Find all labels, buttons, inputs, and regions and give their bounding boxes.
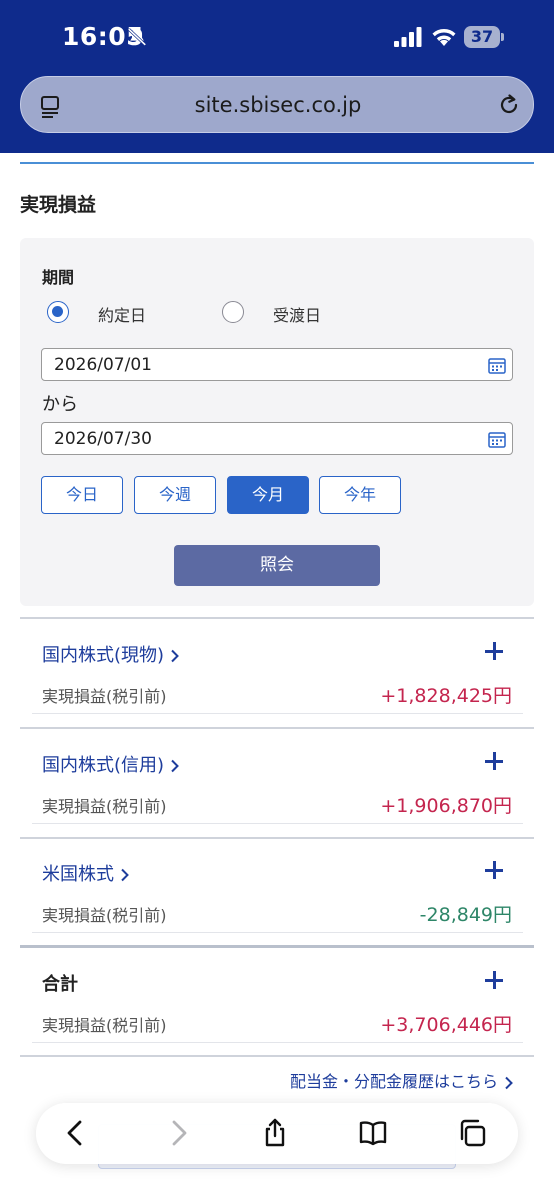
section-domestic-margin-link[interactable]: 国内株式(信用): [42, 751, 180, 777]
quick-this-year-button[interactable]: 今年: [319, 476, 401, 514]
radio-settlement-date-label[interactable]: 受渡日: [273, 302, 321, 326]
chevron-right-icon: [171, 759, 179, 773]
section-divider: [20, 617, 534, 619]
row-divider: [32, 823, 523, 824]
section-title: 国内株式(現物): [42, 645, 165, 666]
row-label: 実現損益(税引前): [42, 906, 167, 925]
expand-plus-icon[interactable]: [484, 641, 504, 661]
total-divider: [20, 945, 534, 948]
quick-today-button[interactable]: 今日: [41, 476, 123, 514]
top-divider: [20, 162, 534, 164]
search-panel: 期間 約定日 受渡日 2026/07/01 から 2026/07/30 今日 今…: [20, 238, 534, 606]
radio-trade-date-label[interactable]: 約定日: [98, 302, 146, 326]
from-date-input[interactable]: 2026/07/01: [41, 348, 513, 381]
realized-pl-value: -28,849円: [419, 904, 512, 926]
row-divider: [32, 713, 523, 714]
url-text: site.sbisec.co.jp: [194, 93, 362, 117]
chevron-right-icon: [505, 1076, 513, 1089]
quick-this-week-button[interactable]: 今週: [134, 476, 216, 514]
to-date-value: 2026/07/30: [54, 429, 152, 449]
section-domestic-cash-link[interactable]: 国内株式(現物): [42, 641, 180, 667]
calendar-icon[interactable]: [488, 431, 506, 448]
to-date-input[interactable]: 2026/07/30: [41, 422, 513, 455]
section-total-title: 合計: [42, 974, 78, 995]
cell-signal-icon: [394, 27, 422, 47]
page-title: 実現損益: [20, 194, 97, 216]
realized-pl-value: +1,828,425円: [380, 685, 512, 707]
chevron-right-icon: [121, 868, 129, 882]
silent-bell-icon: [127, 28, 147, 46]
section-title: 米国株式: [42, 864, 114, 885]
forward-icon[interactable]: [163, 1118, 193, 1148]
radio-trade-date[interactable]: [47, 301, 69, 323]
reload-icon[interactable]: [497, 93, 521, 117]
section-divider: [20, 727, 534, 729]
address-bar[interactable]: site.sbisec.co.jp: [20, 76, 534, 133]
section-divider: [20, 837, 534, 839]
back-icon[interactable]: [61, 1118, 91, 1148]
calendar-icon[interactable]: [488, 357, 506, 374]
total-realized-pl-value: +3,706,446円: [380, 1014, 512, 1036]
row-divider: [32, 932, 523, 933]
radio-settlement-date[interactable]: [222, 301, 244, 323]
expand-plus-icon[interactable]: [484, 860, 504, 880]
wifi-icon: [432, 28, 456, 46]
row-label: 実現損益(税引前): [42, 797, 167, 816]
expand-plus-icon[interactable]: [484, 970, 504, 990]
tabs-icon[interactable]: [457, 1118, 487, 1148]
share-icon[interactable]: [260, 1118, 290, 1148]
battery-indicator: 37: [464, 26, 504, 48]
query-button[interactable]: 照会: [174, 545, 380, 586]
row-label: 実現損益(税引前): [42, 687, 167, 706]
dividend-history-link[interactable]: 配当金・分配金履歴はこちら: [290, 1068, 514, 1092]
realized-pl-value: +1,906,870円: [380, 795, 512, 817]
bookmarks-icon[interactable]: [358, 1118, 388, 1148]
section-divider: [20, 1055, 534, 1057]
expand-plus-icon[interactable]: [484, 751, 504, 771]
status-bar: 16:05 37: [0, 0, 554, 72]
section-title: 国内株式(信用): [42, 755, 165, 776]
chevron-right-icon: [171, 649, 179, 663]
browser-chrome: 16:05 37 site.sbisec.co.jp: [0, 0, 554, 153]
section-us-stocks-link[interactable]: 米国株式: [42, 860, 130, 886]
row-label: 実現損益(税引前): [42, 1016, 167, 1035]
row-divider: [32, 1042, 523, 1043]
dividend-history-link-text: 配当金・分配金履歴はこちら: [290, 1072, 499, 1091]
quick-this-month-button[interactable]: 今月: [227, 476, 309, 514]
browser-toolbar: [36, 1103, 518, 1164]
range-separator: から: [42, 394, 78, 415]
period-label: 期間: [42, 268, 75, 287]
battery-level: 37: [470, 27, 494, 46]
from-date-value: 2026/07/01: [54, 355, 152, 375]
